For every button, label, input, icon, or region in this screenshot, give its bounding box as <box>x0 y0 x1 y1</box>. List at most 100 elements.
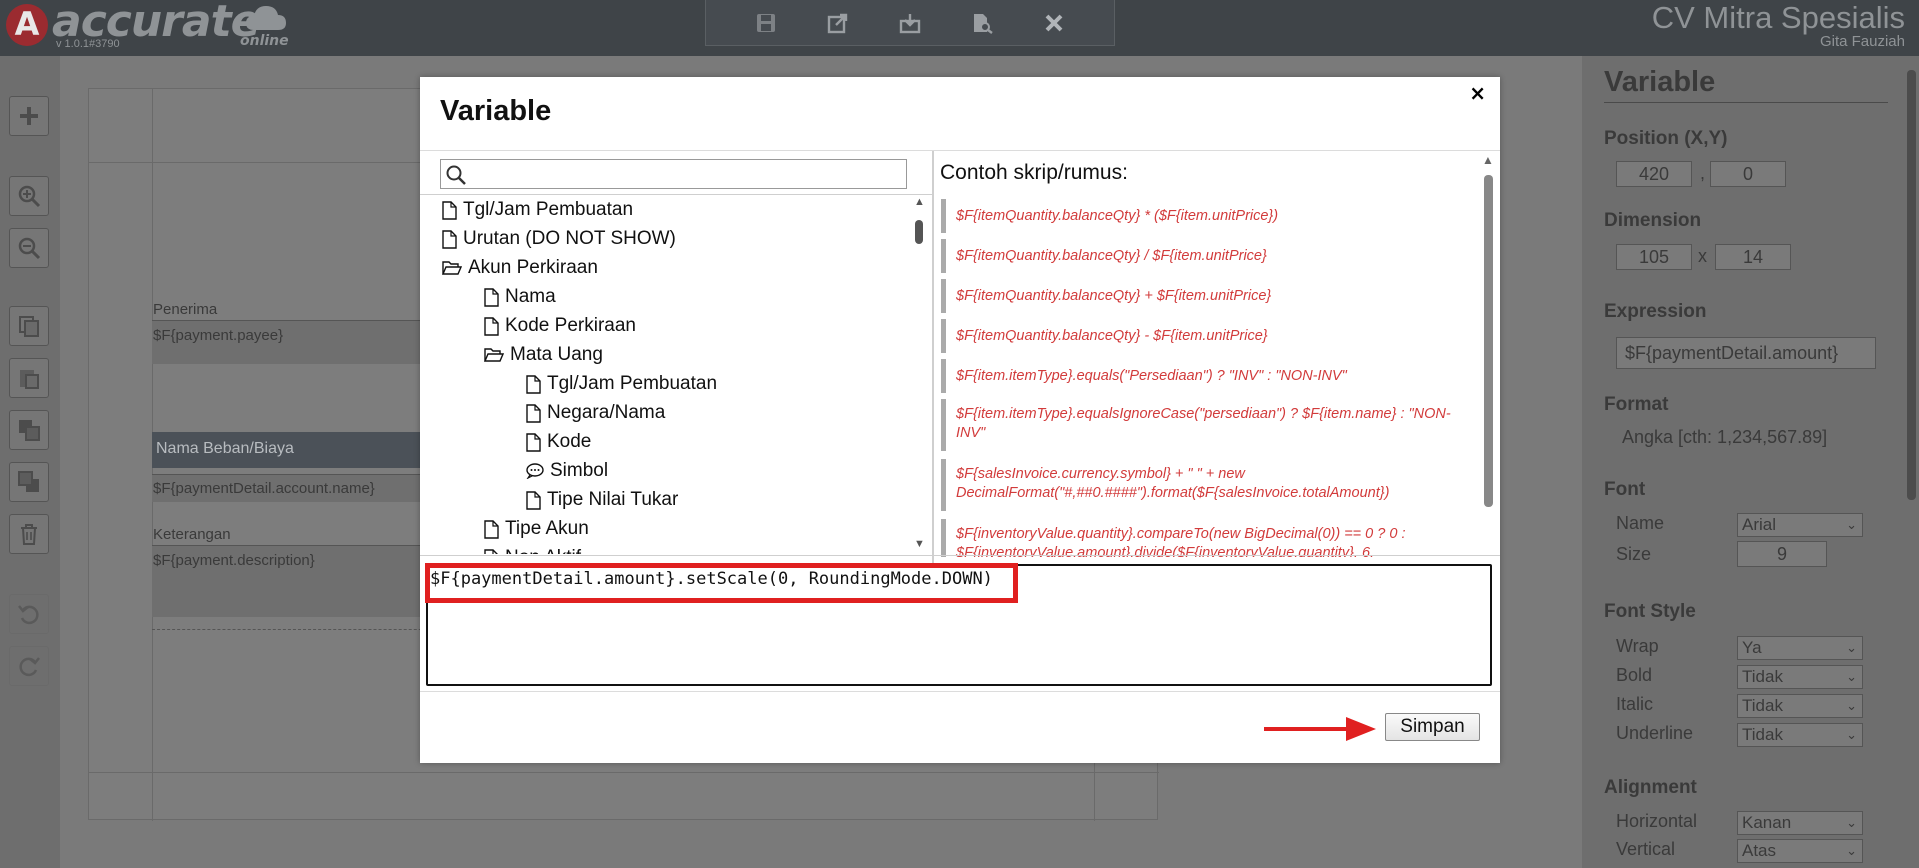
example-script[interactable]: $F{inventoryValue.quantity}.compareTo(ne… <box>941 519 1459 557</box>
alignment-label: Alignment <box>1604 777 1697 798</box>
chevron-down-icon: ⌄ <box>1846 669 1857 684</box>
redo-icon <box>19 657 40 677</box>
tree-item[interactable]: Kode <box>526 431 591 453</box>
italic-select[interactable]: Tidak ⌄ <box>1737 694 1863 718</box>
font-style-label: Font Style <box>1604 601 1696 622</box>
preview-icon[interactable] <box>969 10 995 36</box>
font-size-input[interactable]: 9 <box>1737 541 1827 567</box>
tree-item[interactable]: Tipe Akun <box>484 518 589 540</box>
tree-item-label: Kode Perkiraan <box>505 315 636 336</box>
save-icon[interactable] <box>753 10 779 36</box>
tree-item-label: Tipe Nilai Tukar <box>547 489 679 510</box>
dialog-title: Variable <box>440 95 552 127</box>
tree-item[interactable]: Tgl/Jam Pembuatan <box>442 199 633 221</box>
examples-scrollbar[interactable]: ▲ ▼ <box>1480 153 1496 631</box>
position-separator: , <box>1700 163 1706 183</box>
wrap-select[interactable]: Ya ⌄ <box>1737 636 1863 660</box>
description-field-text: $F{payment.description} <box>153 552 315 569</box>
tree-item[interactable]: Nama <box>484 286 556 308</box>
delete-button[interactable] <box>9 514 49 554</box>
tree-item[interactable]: Urutan (DO NOT SHOW) <box>442 228 676 250</box>
font-label: Font <box>1604 479 1646 500</box>
zoom-in-button[interactable] <box>9 176 49 216</box>
position-y-input[interactable]: 0 <box>1710 161 1786 187</box>
close-icon[interactable]: × <box>1469 81 1486 105</box>
tree-item[interactable]: Mata Uang <box>484 344 603 366</box>
search-input[interactable] <box>440 159 907 189</box>
cloud-icon <box>246 6 286 30</box>
tree-item[interactable]: Simbol <box>526 460 608 482</box>
expression-input[interactable]: $F{paymentDetail.amount} <box>1616 337 1876 369</box>
font-name-select[interactable]: Arial ⌄ <box>1737 513 1863 537</box>
font-name-label: Name <box>1616 513 1665 533</box>
horizontal-select[interactable]: Kanan ⌄ <box>1737 811 1863 835</box>
undo-button[interactable] <box>9 594 49 634</box>
example-script[interactable]: $F{itemQuantity.balanceQty} * ($F{item.u… <box>941 199 1459 233</box>
bold-label: Bold <box>1616 665 1653 685</box>
tree-scrollbar[interactable]: ▲ ▼ <box>911 194 927 554</box>
chevron-down-icon: ⌄ <box>1846 815 1857 830</box>
font-size-label: Size <box>1616 544 1652 564</box>
bring-front-button[interactable] <box>9 410 49 450</box>
tree-item-label: Akun Perkiraan <box>468 257 598 278</box>
close-icon[interactable] <box>1041 10 1067 36</box>
company-name: CV Mitra Spesialis <box>1651 0 1905 35</box>
copy-button[interactable] <box>9 306 49 346</box>
tree-item-label: Mata Uang <box>510 344 603 365</box>
format-value[interactable]: Angka [cth: 1,234,567.89] <box>1622 427 1827 448</box>
file-icon <box>442 200 457 220</box>
add-button[interactable] <box>9 96 49 136</box>
bring-front-icon <box>19 420 40 441</box>
save-button[interactable]: Simpan <box>1385 713 1480 741</box>
tree-item-label: Simbol <box>550 460 609 481</box>
tree-item-label: Tgl/Jam Pembuatan <box>463 199 634 220</box>
keterangan-label: Keterangan <box>153 526 231 543</box>
file-icon <box>484 316 499 336</box>
underline-select[interactable]: Tidak ⌄ <box>1737 723 1863 747</box>
tree-item[interactable]: Negara/Nama <box>526 402 665 424</box>
chevron-down-icon: ⌄ <box>1846 727 1857 742</box>
zoom-in-icon <box>18 185 41 208</box>
dimension-separator: x <box>1698 246 1707 266</box>
tree-item-label: Non Aktif <box>505 547 581 554</box>
file-icon <box>526 374 541 394</box>
underline-label: Underline <box>1616 723 1694 743</box>
tree-item[interactable]: Non Aktif <box>484 547 581 554</box>
zoom-out-button[interactable] <box>9 228 49 268</box>
example-script[interactable]: $F{salesInvoice.currency.symbol} + " " +… <box>941 459 1459 511</box>
example-script[interactable]: $F{itemQuantity.balanceQty} - $F{item.un… <box>941 319 1459 353</box>
folder-open-icon <box>442 260 462 276</box>
paste-button[interactable] <box>9 358 49 398</box>
search-icon <box>446 165 466 185</box>
dimension-width-input[interactable]: 105 <box>1616 244 1692 270</box>
properties-scrollbar[interactable] <box>1904 56 1919 868</box>
comment-icon <box>526 463 544 479</box>
example-script[interactable]: $F{item.itemType}.equals("Persediaan") ?… <box>941 359 1459 393</box>
beban-header[interactable]: Nama Beban/Biaya <box>152 432 452 468</box>
vertical-select[interactable]: Atas ⌄ <box>1737 839 1863 863</box>
tree-item[interactable]: Kode Perkiraan <box>484 315 636 337</box>
expression-label: Expression <box>1604 301 1707 322</box>
penerima-label: Penerima <box>153 301 218 318</box>
example-script[interactable]: $F{item.itemType}.equalsIgnoreCase("pers… <box>941 399 1459 451</box>
tree-item[interactable]: Tipe Nilai Tukar <box>526 489 678 511</box>
send-back-button[interactable] <box>9 462 49 502</box>
dimension-height-input[interactable]: 14 <box>1715 244 1791 270</box>
redo-button[interactable] <box>9 646 49 686</box>
example-script[interactable]: $F{itemQuantity.balanceQty} / $F{item.un… <box>941 239 1459 273</box>
position-x-input[interactable]: 420 <box>1616 161 1692 187</box>
bold-select[interactable]: Tidak ⌄ <box>1737 665 1863 689</box>
export-icon[interactable] <box>825 10 851 36</box>
highlight-box <box>425 563 1018 603</box>
tree-item[interactable]: Akun Perkiraan <box>442 257 598 279</box>
download-icon[interactable] <box>897 10 923 36</box>
chevron-down-icon: ⌄ <box>1846 517 1857 532</box>
tree-item[interactable]: Tgl/Jam Pembuatan <box>526 373 717 395</box>
example-script[interactable]: $F{itemQuantity.balanceQty} + $F{item.un… <box>941 279 1459 313</box>
left-toolbar <box>0 56 60 868</box>
app-version: v 1.0.1#3790 <box>56 38 120 50</box>
folder-open-icon <box>484 347 504 363</box>
top-bar: A accurate v 1.0.1#3790 online CV Mitra … <box>0 0 1919 56</box>
variable-dialog: Variable × Tgl/Jam Pembuatan Urutan (DO N… <box>420 77 1500 763</box>
file-icon <box>484 548 499 554</box>
